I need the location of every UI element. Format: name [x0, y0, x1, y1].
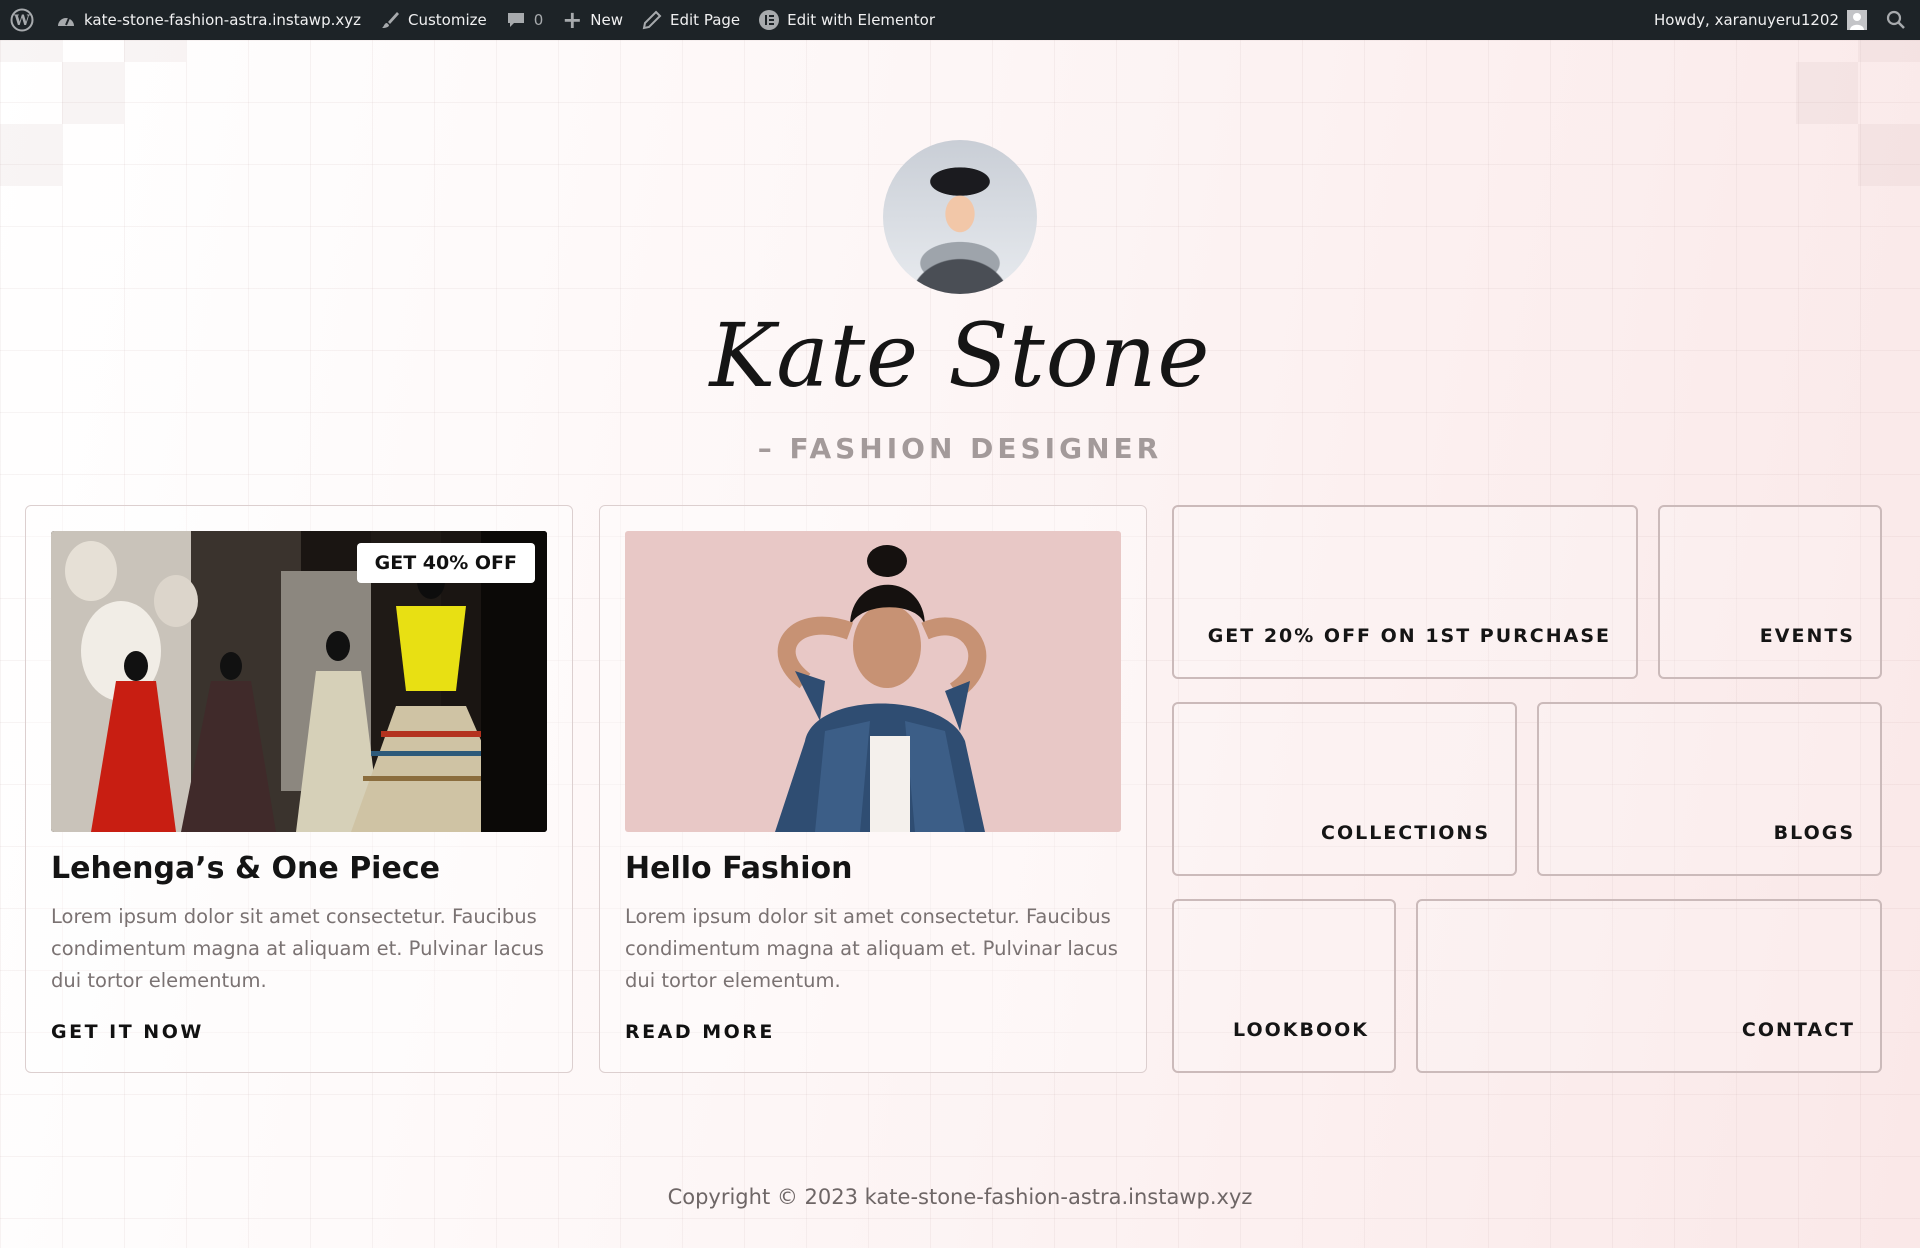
decor-square — [0, 124, 62, 186]
site-name-link[interactable]: kate-stone-fashion-astra.instawp.xyz — [46, 0, 370, 40]
elementor-icon — [758, 9, 780, 31]
card-description: Lorem ipsum dolor sit amet consectetur. … — [51, 905, 544, 992]
brush-icon — [379, 9, 401, 31]
decor-square — [1858, 40, 1920, 62]
decor-square — [0, 40, 62, 62]
hero-subtitle: – FASHION DESIGNER — [757, 432, 1163, 465]
admin-bar: W kate-stone-fashion-astra.instawp.xyz C… — [0, 0, 1920, 40]
account-menu[interactable]: Howdy, xaranuyeru1202 — [1645, 0, 1876, 40]
blogs-label: BLOGS — [1773, 822, 1855, 844]
edit-page-link[interactable]: Edit Page — [632, 0, 749, 40]
new-content-link[interactable]: + New — [552, 0, 632, 40]
card-image-model — [625, 531, 1121, 832]
discount-badge: GET 40% OFF — [356, 543, 535, 583]
decor-square — [1796, 62, 1858, 124]
edit-elementor-label: Edit with Elementor — [787, 11, 935, 29]
card-description: Lorem ipsum dolor sit amet consectetur. … — [625, 905, 1118, 992]
decor-square — [62, 62, 124, 124]
plus-icon: + — [562, 6, 583, 34]
dashboard-icon — [55, 9, 77, 31]
customize-label: Customize — [407, 11, 487, 29]
comments-count: 0 — [533, 11, 544, 29]
lookbook-label: LOOKBOOK — [1233, 1019, 1369, 1041]
edit-elementor-link[interactable]: Edit with Elementor — [749, 0, 944, 40]
comment-icon — [505, 9, 527, 31]
site-name-label: kate-stone-fashion-astra.instawp.xyz — [84, 11, 361, 29]
hero-name: Kate Stone — [709, 304, 1211, 407]
lookbook-tile[interactable]: LOOKBOOK — [1172, 899, 1396, 1073]
contact-label: CONTACT — [1741, 1019, 1855, 1041]
decor-square — [1858, 124, 1920, 186]
offer-label: GET 20% OFF ON 1ST PURCHASE — [1207, 625, 1611, 647]
wordpress-logo-button[interactable]: W — [0, 0, 46, 40]
wordpress-icon: W — [10, 8, 34, 32]
collections-label: COLLECTIONS — [1321, 822, 1490, 844]
decor-square — [124, 40, 186, 62]
card-image-mannequins: GET 40% OFF — [51, 531, 547, 832]
comments-link[interactable]: 0 — [496, 0, 553, 40]
collections-tile[interactable]: COLLECTIONS — [1172, 702, 1517, 876]
offer-tile[interactable]: GET 20% OFF ON 1ST PURCHASE — [1172, 505, 1638, 679]
new-label: New — [590, 11, 623, 29]
user-avatar-icon — [1847, 10, 1867, 30]
events-tile[interactable]: EVENTS — [1658, 505, 1882, 679]
footer-copyright: Copyright © 2023 kate-stone-fashion-astr… — [667, 1185, 1253, 1209]
card-title: Hello Fashion — [625, 851, 853, 886]
get-it-now-link[interactable]: GET IT NOW — [51, 1021, 204, 1043]
howdy-label: Howdy, xaranuyeru1202 — [1653, 11, 1839, 29]
blogs-tile[interactable]: BLOGS — [1537, 702, 1882, 876]
product-card: GET 40% OFF Lehenga’s & One Piece Lorem … — [25, 505, 573, 1073]
product-card: Hello Fashion Lorem ipsum dolor sit amet… — [599, 505, 1147, 1073]
events-label: EVENTS — [1759, 625, 1855, 647]
svg-text:W: W — [13, 13, 30, 29]
read-more-link[interactable]: READ MORE — [625, 1021, 775, 1043]
edit-page-label: Edit Page — [670, 11, 741, 29]
customize-link[interactable]: Customize — [370, 0, 496, 40]
search-icon — [1886, 10, 1905, 29]
pencil-icon — [641, 9, 663, 31]
card-title: Lehenga’s & One Piece — [51, 851, 440, 886]
profile-avatar — [883, 140, 1037, 294]
admin-search-button[interactable] — [1876, 0, 1920, 40]
contact-tile[interactable]: CONTACT — [1416, 899, 1882, 1073]
